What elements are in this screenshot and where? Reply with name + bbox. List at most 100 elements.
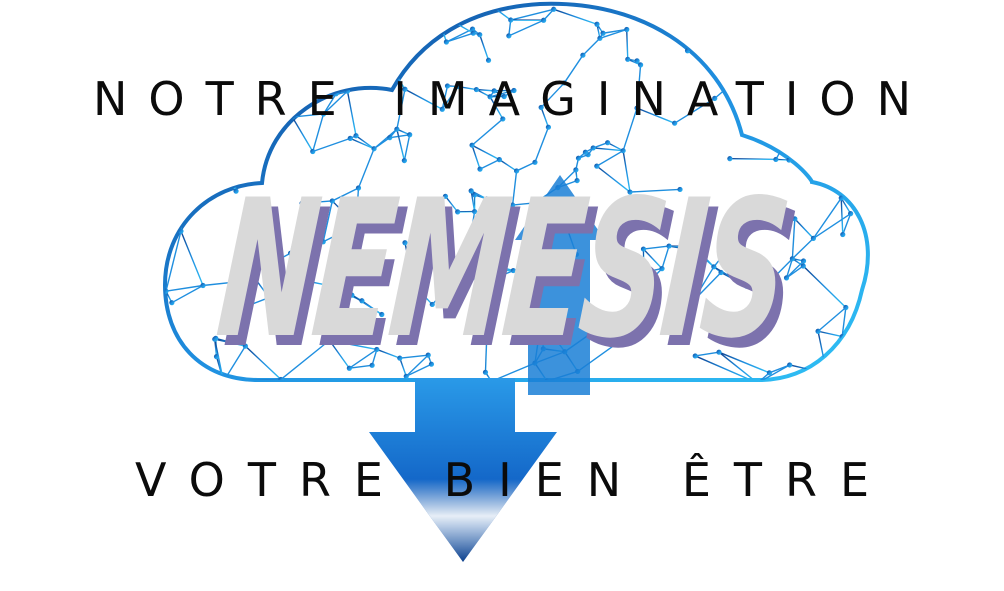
network-node [392,7,398,14]
network-link [276,3,286,20]
network-link [218,26,223,55]
network-link [403,134,411,161]
network-link [389,134,410,139]
network-node [701,29,707,35]
network-node [282,16,288,22]
network-link [165,134,197,140]
network-node [169,300,175,306]
network-link [277,0,279,1]
network-link [165,137,186,151]
network-node [434,9,440,15]
network-node [761,8,767,14]
network-node [157,171,162,176]
network-node [638,62,644,68]
network-link [798,39,839,74]
network-node [485,57,492,63]
network-node [347,135,353,141]
network-node [788,130,794,136]
network-node [193,132,199,139]
network-link [479,34,490,61]
network-node [219,51,225,58]
network-link [205,135,224,138]
network-node [746,66,753,72]
network-link [758,39,800,57]
network-link [840,198,844,235]
network-link [245,125,249,151]
network-link [223,125,241,137]
network-link [165,172,182,192]
network-link [196,134,206,138]
network-node [624,26,630,33]
network-link [196,136,206,143]
network-link [817,306,847,332]
network-node [191,156,197,162]
network-link [276,3,281,15]
network-node [756,53,762,59]
network-node [394,126,400,132]
network-node [174,56,180,63]
network-link [177,58,221,64]
network-node [216,23,222,29]
network-node [277,11,283,17]
network-link [184,141,198,151]
network-link [817,331,828,374]
network-link [278,3,286,20]
network-node [182,147,188,153]
network-link [219,54,223,63]
network-link [697,25,705,33]
network-link [788,132,792,161]
network-node [594,21,600,27]
network-node [482,3,489,5]
network-link [817,330,843,338]
network-node [506,33,512,39]
network-node [310,148,316,155]
tagline-bottom: VOTRE BIEN ÊTRE [134,453,893,507]
network-link [383,7,437,13]
network-node [477,32,483,38]
network-node [600,30,606,36]
network-link [184,149,195,160]
network-node [245,147,251,153]
network-link [177,54,219,61]
network-link [508,19,544,37]
network-link [195,135,198,143]
network-node [840,231,846,238]
network-link [232,149,249,160]
network-node [217,60,223,66]
network-link [763,10,800,41]
network-node [387,135,393,141]
network-link [165,187,182,232]
network-link [394,9,437,13]
network-node [551,6,557,12]
network-link [373,128,398,150]
network-node [380,5,387,11]
network-link [387,10,396,62]
network-link [510,8,554,21]
network-link [790,124,839,134]
network-link [184,135,197,151]
network-link [721,51,759,57]
network-node [634,58,640,64]
network-node [220,133,227,139]
network-node [194,139,200,145]
network-link [553,8,598,25]
network-node [824,370,830,377]
network-link [217,8,223,55]
network-node [177,188,184,194]
network-link [626,29,629,60]
network-node [843,304,849,311]
network-link [383,7,395,12]
network-node [274,0,279,3]
network-node [582,149,589,155]
network-link [312,137,351,153]
network-link [217,53,222,57]
network-node [202,134,209,140]
network-link [193,141,198,159]
network-link [217,8,220,27]
network-node [443,39,450,45]
network-node [848,211,854,217]
network-link [534,126,550,163]
network-node [597,35,603,41]
brand-name: NEMESIS [210,159,794,380]
logo: NOTRE IMAGINATION NEMESIS VOTRE BIEN ÊTR… [0,0,1004,591]
